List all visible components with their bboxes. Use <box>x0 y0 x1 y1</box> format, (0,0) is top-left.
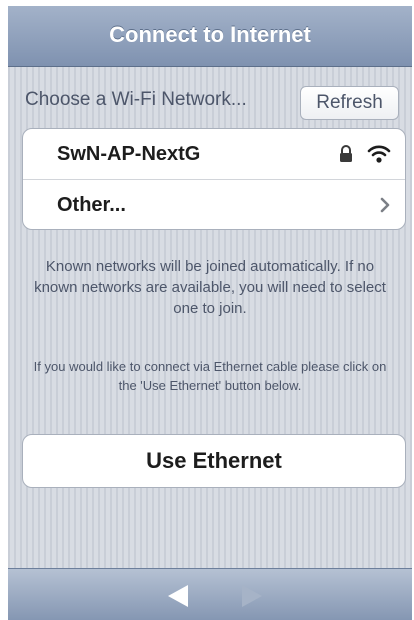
back-arrow-icon[interactable] <box>164 583 194 609</box>
known-networks-info: Known networks will be joined automatica… <box>34 258 386 317</box>
lock-icon <box>339 145 353 168</box>
app-frame: Connect to Internet Choose a Wi-Fi Netwo… <box>8 6 412 620</box>
network-item[interactable]: SwN-AP-NextG <box>23 129 405 179</box>
use-ethernet-button[interactable]: Use Ethernet <box>22 434 406 488</box>
page-title: Connect to Internet <box>109 22 311 47</box>
bottom-toolbar <box>8 568 412 620</box>
wifi-icon <box>367 144 391 169</box>
title-bar: Connect to Internet <box>8 6 412 67</box>
choose-network-label: Choose a Wi-Fi Network... <box>25 89 247 110</box>
refresh-button[interactable]: Refresh <box>300 86 399 120</box>
chevron-right-icon <box>380 197 390 218</box>
forward-arrow-icon[interactable] <box>236 583 266 609</box>
network-item-other[interactable]: Other... <box>23 179 405 230</box>
network-name: SwN-AP-NextG <box>57 143 201 165</box>
ethernet-info: If you would like to connect via Etherne… <box>33 359 387 393</box>
network-list: SwN-AP-NextG Other... <box>22 128 406 230</box>
network-name: Other... <box>57 194 126 216</box>
